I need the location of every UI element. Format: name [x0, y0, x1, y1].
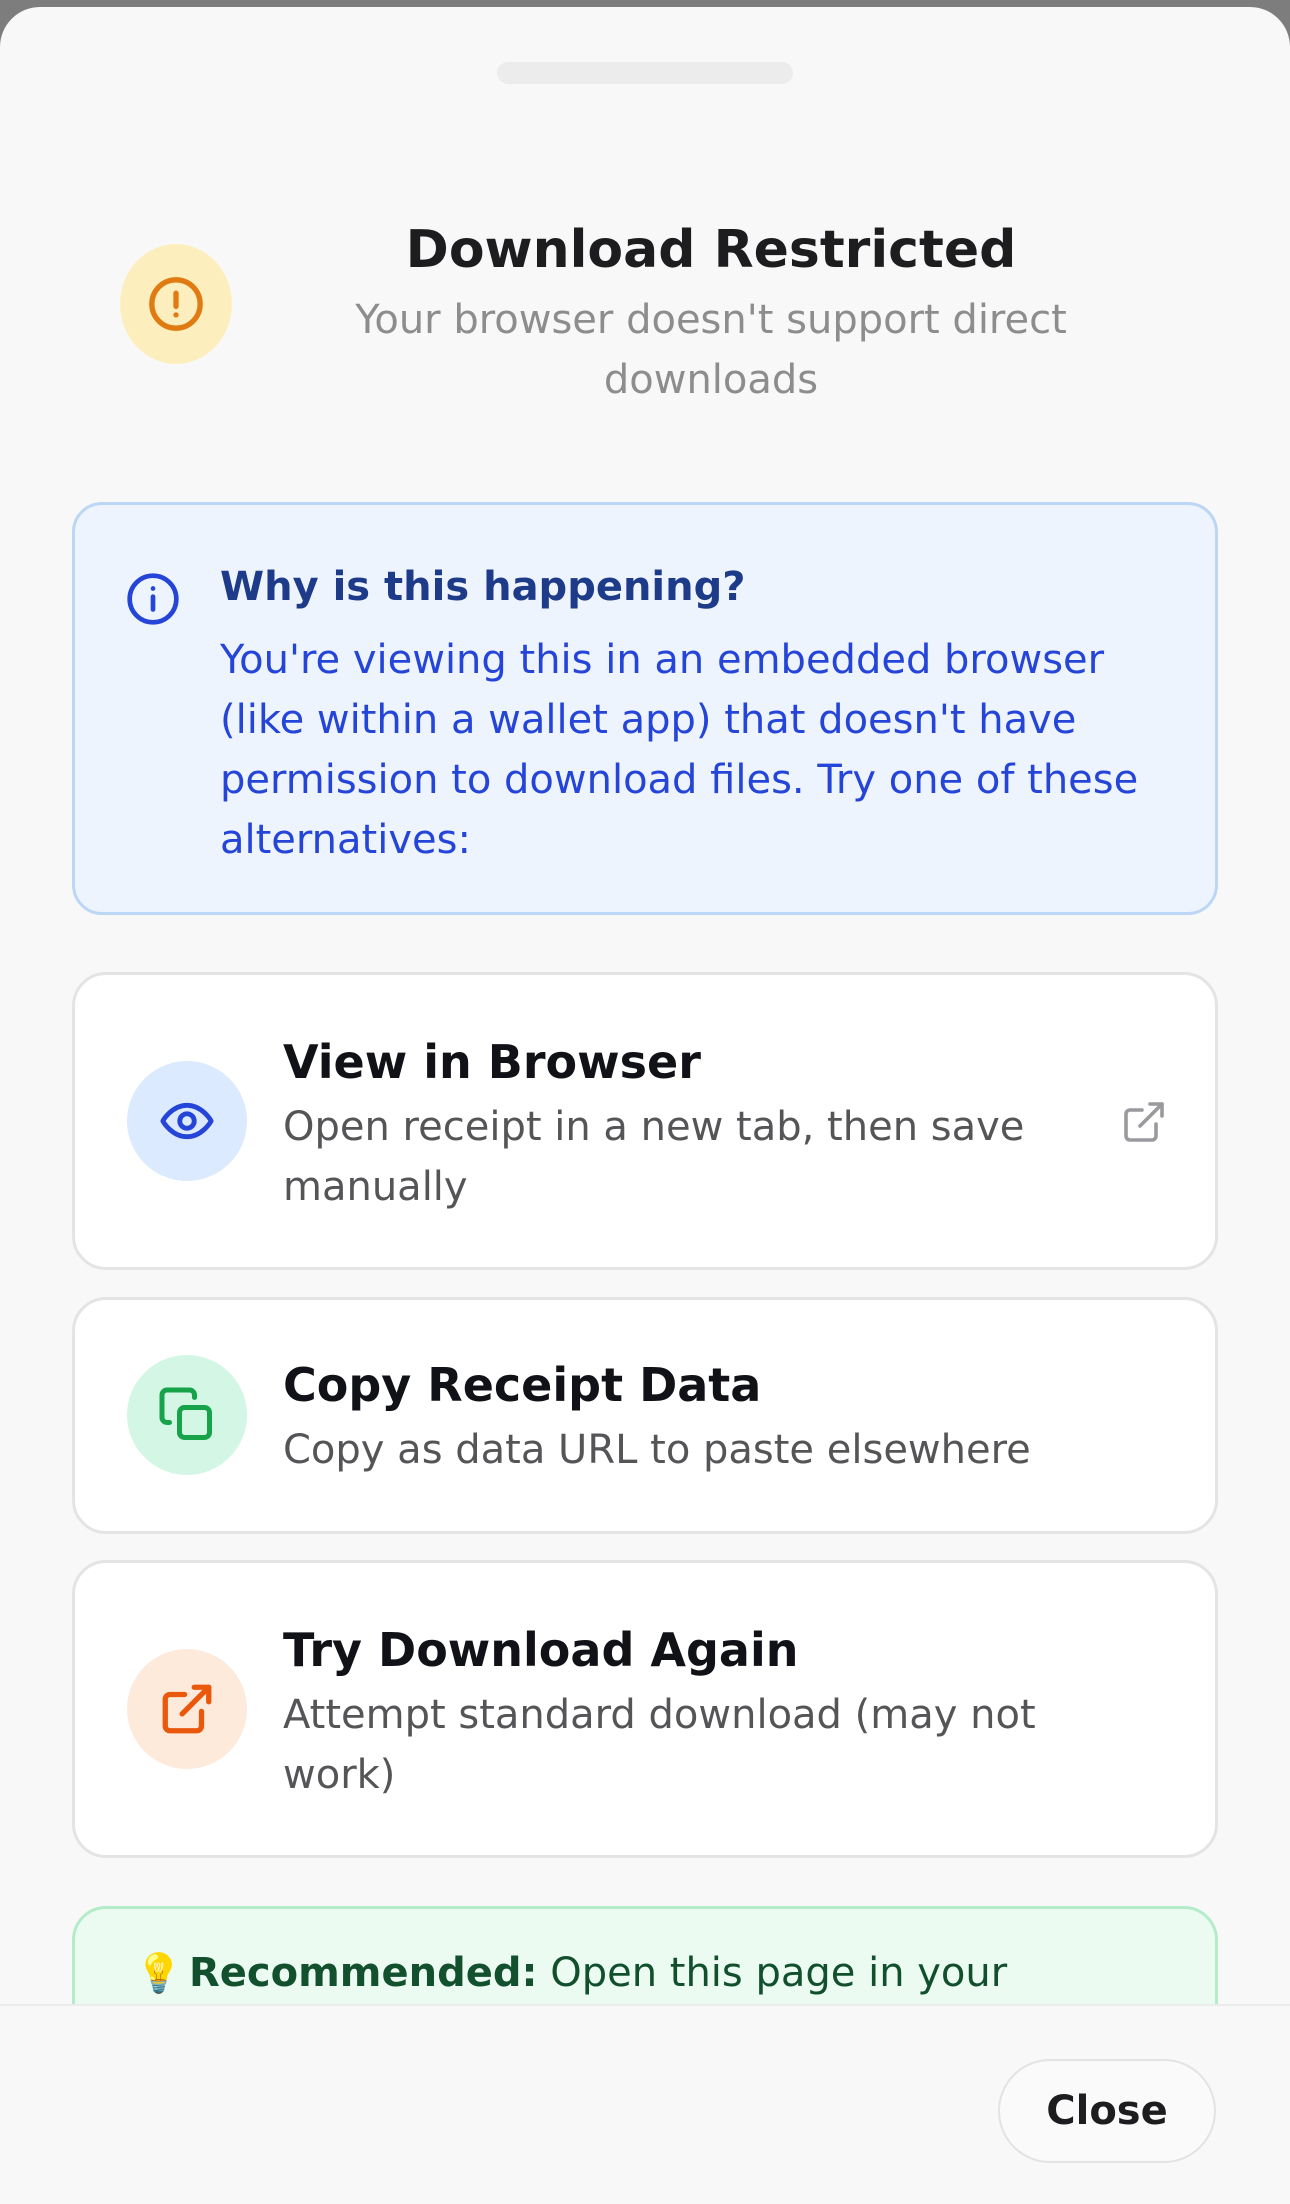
dialog-header: Download Restricted Your browser doesn't… — [290, 212, 1132, 410]
download-restricted-sheet: Download Restricted Your browser doesn't… — [0, 7, 1290, 2204]
dialog-title: Download Restricted — [405, 220, 1017, 280]
external-link-icon — [1124, 1102, 1164, 1142]
option-title: View in Browser — [283, 1035, 701, 1089]
option-description: Open receipt in a new tab, then save man… — [283, 1104, 1025, 1210]
info-circle-icon — [127, 573, 179, 625]
option-description: Attempt standard download (may not work) — [283, 1692, 1036, 1798]
copy-option-icon-badge — [127, 1355, 247, 1475]
close-button[interactable]: Close — [998, 2059, 1216, 2163]
dialog-subtitle: Your browser doesn't support direct down… — [355, 297, 1067, 403]
copy-icon — [159, 1387, 212, 1440]
eye-icon — [160, 1102, 214, 1140]
copy-receipt-data-option[interactable]: Copy Receipt Data Copy as data URL to pa… — [72, 1297, 1218, 1534]
retry-option-icon-badge — [127, 1649, 247, 1769]
alert-circle-icon — [149, 277, 203, 331]
view-in-browser-option[interactable]: View in Browser Open receipt in a new ta… — [72, 972, 1218, 1270]
info-title: Why is this happening? — [220, 564, 746, 610]
try-download-again-option[interactable]: Try Download Again Attempt standard down… — [72, 1560, 1218, 1858]
view-option-icon-badge — [127, 1061, 247, 1181]
lightbulb-icon: 💡 — [135, 1951, 183, 1995]
recommendation-text: Open this page in your — [550, 1950, 1008, 1996]
external-link-icon — [162, 1684, 212, 1734]
dialog-footer: Close — [0, 2004, 1290, 2204]
recommendation-text-line: 💡 Recommended: Open this page in your — [135, 1945, 1007, 2001]
info-callout: Why is this happening? You're viewing th… — [72, 502, 1218, 915]
info-body: You're viewing this in an embedded brows… — [220, 637, 1139, 863]
option-title: Copy Receipt Data — [283, 1358, 762, 1412]
header-icon-badge — [120, 244, 232, 364]
option-description: Copy as data URL to paste elsewhere — [283, 1427, 1031, 1473]
option-title: Try Download Again — [283, 1623, 799, 1677]
drag-handle[interactable] — [497, 62, 793, 84]
recommendation-label: Recommended: — [189, 1950, 538, 1996]
